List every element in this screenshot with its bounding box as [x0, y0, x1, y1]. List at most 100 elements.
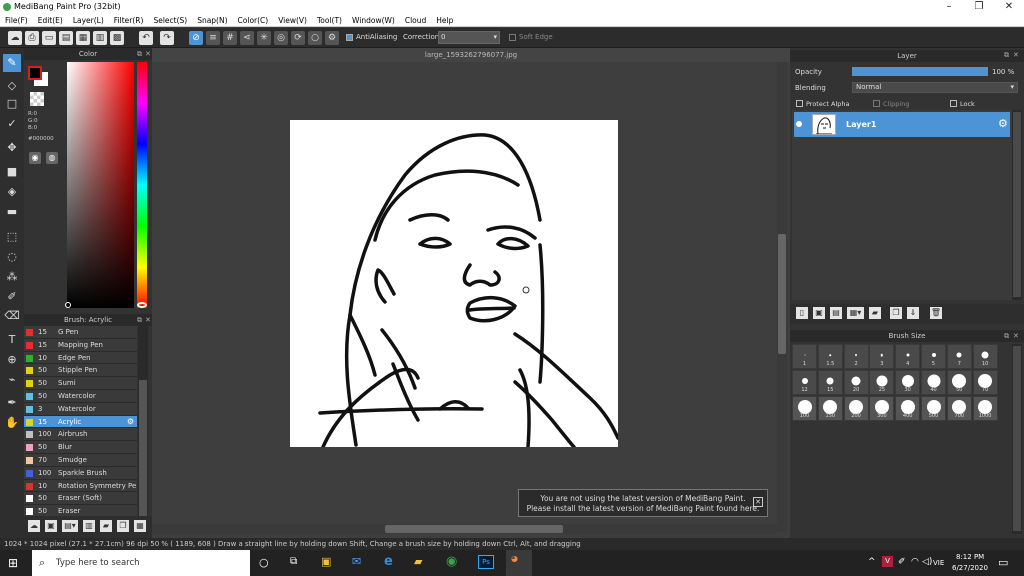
panel-expand-icon[interactable]: ⧉	[137, 50, 142, 59]
move-tool-icon[interactable]: ✥	[3, 139, 21, 157]
brush-list-scrollbar[interactable]	[138, 326, 148, 516]
snap-parallel-icon[interactable]: ≡	[206, 31, 220, 45]
foreground-color-swatch[interactable]	[28, 66, 42, 80]
eye-icon[interactable]	[796, 121, 802, 127]
panel-close-icon[interactable]: ✕	[1013, 332, 1019, 340]
select-pen-tool-icon[interactable]: ✐	[3, 288, 21, 306]
clipping-checkbox[interactable]	[873, 100, 880, 107]
clock-time[interactable]: 8:12 PM	[956, 553, 984, 561]
notification-icon[interactable]: ▭	[998, 556, 1008, 569]
eyedropper-tool-icon[interactable]: ⌁	[3, 371, 21, 389]
brush-size-option[interactable]: 5	[921, 344, 946, 369]
redo-icon[interactable]: ↷	[160, 31, 174, 45]
brush-item[interactable]: 100 Airbrush	[24, 428, 137, 442]
save-icon[interactable]: ⎙	[25, 31, 39, 45]
softedge-checkbox[interactable]	[509, 34, 516, 41]
hand-tool-icon[interactable]: ✋	[3, 414, 21, 432]
file-explorer-icon[interactable]: ▰	[414, 555, 422, 568]
brush-size-option[interactable]: 4	[895, 344, 921, 369]
medibang-icon[interactable]: ◉	[446, 554, 457, 569]
page-icon[interactable]: ▤	[59, 31, 73, 45]
brush-item[interactable]: 15 G Pen	[24, 326, 137, 339]
brush-size-option[interactable]: 500	[921, 396, 946, 421]
antialiasing-checkbox[interactable]	[346, 34, 353, 41]
saturation-value-picker[interactable]	[67, 62, 134, 308]
brush-item[interactable]: 50 Watercolor	[24, 390, 137, 403]
cortana-icon[interactable]: ○	[259, 556, 269, 569]
menu-filter[interactable]: Filter(R)	[109, 14, 149, 27]
magic-wand-tool-icon[interactable]: ⁂	[3, 268, 21, 286]
clock-date[interactable]: 6/27/2020	[952, 564, 988, 572]
delete-layer-icon[interactable]: 🗑	[930, 307, 942, 319]
panel-close-icon[interactable]: ✕	[145, 50, 151, 58]
new-halftone-layer-icon[interactable]: ▣	[813, 307, 825, 319]
panel-expand-icon[interactable]: ⧉	[1004, 332, 1009, 341]
divide-tool-icon[interactable]: ✒	[3, 394, 21, 412]
store-icon[interactable]: ▣	[321, 555, 331, 568]
layer-row[interactable]: Layer1 ⚙	[794, 112, 1010, 137]
folder-icon[interactable]: ▰	[869, 307, 881, 319]
brush-size-option[interactable]: 12	[792, 370, 817, 395]
transparent-color-swatch[interactable]	[30, 92, 44, 106]
brush-size-option[interactable]: 7	[946, 344, 972, 369]
chevron-up-icon[interactable]: ^	[868, 557, 876, 567]
brush-size-option[interactable]: 150	[817, 396, 843, 421]
brush-size-scrollbar[interactable]	[1012, 344, 1022, 534]
task-view-icon[interactable]: ⧉	[290, 556, 297, 567]
panel-expand-icon[interactable]: ⧉	[1004, 51, 1009, 60]
new-layer-icon[interactable]: ▯	[796, 307, 808, 319]
panel-close-icon[interactable]: ✕	[145, 316, 151, 324]
brush-size-option[interactable]: 20	[843, 370, 869, 395]
layer-list-scrollbar[interactable]	[1012, 110, 1022, 300]
layer-menu-icon[interactable]: ▦▾	[847, 307, 864, 319]
brush-size-option[interactable]: 1000	[972, 396, 998, 421]
menu-snap[interactable]: Snap(N)	[192, 14, 232, 27]
select-eraser-tool-icon[interactable]: ⌫	[3, 307, 21, 325]
snap-radial-icon[interactable]: ✳	[257, 31, 271, 45]
eraser-tool-icon[interactable]: ◇	[3, 77, 21, 95]
document-icon[interactable]: ▦	[76, 31, 90, 45]
dot-tool-icon[interactable]: □	[3, 95, 21, 113]
add-brush-icon[interactable]: ▣	[45, 520, 57, 532]
gear-icon[interactable]: ⚙	[127, 416, 134, 428]
folder-icon[interactable]: ▰	[100, 520, 112, 532]
minimize-icon[interactable]: –	[934, 0, 964, 14]
close-icon[interactable]: ✕	[753, 497, 763, 507]
brush-item[interactable]: 50 Stipple Pen	[24, 364, 137, 378]
mail-icon[interactable]: ✉	[352, 555, 361, 568]
brush-size-option[interactable]: 1	[792, 344, 817, 369]
snap-curve-icon[interactable]: ⟳	[291, 31, 305, 45]
brush-size-option[interactable]: 70	[972, 370, 998, 395]
operation-tool-icon[interactable]: ⊕	[3, 351, 21, 369]
drawing-canvas[interactable]	[290, 120, 620, 449]
close-icon[interactable]: ✕	[994, 0, 1024, 14]
brush-size-option[interactable]: 3	[869, 344, 895, 369]
comment-icon[interactable]: ▭	[42, 31, 56, 45]
horizontal-scrollbar[interactable]	[152, 524, 777, 534]
gear-icon[interactable]: ⚙	[998, 117, 1008, 130]
menu-file[interactable]: File(F)	[0, 14, 33, 27]
snap-ellipse-icon[interactable]: ○	[308, 31, 322, 45]
fill-tool-icon[interactable]: ◈	[3, 183, 21, 201]
grid-icon[interactable]: ▩	[110, 31, 124, 45]
menu-window[interactable]: Window(W)	[347, 14, 400, 27]
brush-file-icon[interactable]: ▥	[83, 520, 95, 532]
brush-item[interactable]: 3 Watercolor	[24, 402, 137, 416]
cloud-icon[interactable]: ☁	[8, 31, 22, 45]
cloud-brush-icon[interactable]: ☁	[28, 520, 40, 532]
wifi-icon[interactable]: ◠	[911, 557, 919, 567]
brush-item[interactable]: 70 Smudge	[24, 454, 137, 467]
brush-size-option[interactable]: 10	[972, 344, 998, 369]
photoshop-icon[interactable]: Ps	[478, 555, 494, 569]
language-indicator[interactable]: VIE	[933, 559, 944, 567]
brush-item[interactable]: 50 Eraser	[24, 505, 137, 516]
undo-icon[interactable]: ↶	[139, 31, 153, 45]
volume-icon[interactable]: ◁)	[922, 557, 932, 567]
palette-icon[interactable]: ◉	[29, 152, 41, 164]
pen-icon[interactable]: ✐	[898, 557, 906, 567]
merge-down-icon[interactable]: ⇓	[907, 307, 919, 319]
update-notice[interactable]: You are not using the latest version of …	[518, 489, 768, 517]
brush-size-option[interactable]: 15	[817, 370, 843, 395]
edge-icon[interactable]: e	[384, 554, 393, 569]
blending-select[interactable]: Normal ▾	[852, 82, 1018, 93]
